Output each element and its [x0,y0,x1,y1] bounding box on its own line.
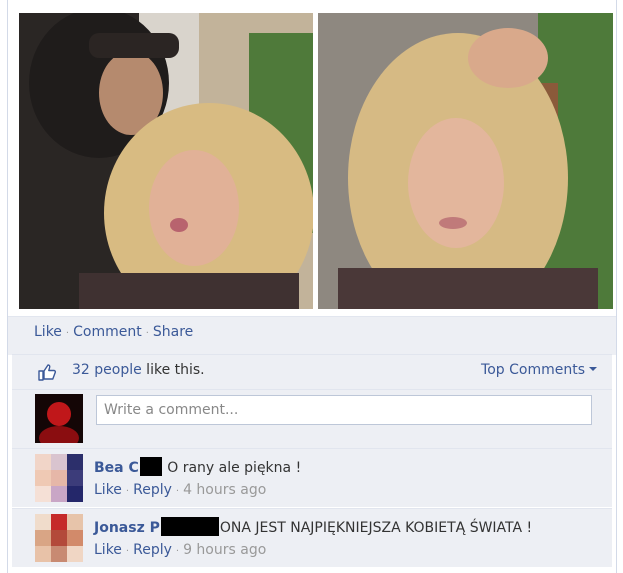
post-actions-bar: Like · Comment · Share [8,316,616,355]
comment-timestamp[interactable]: 4 hours ago [183,482,266,498]
comment-meta: Like · Reply · 9 hours ago [94,542,266,558]
comment-reply-link[interactable]: Reply [133,542,172,558]
likes-suffix: like this. [141,362,205,378]
comment-link[interactable]: Comment [73,324,142,340]
comment-like-link[interactable]: Like [94,482,122,498]
separator-dot: · [125,486,130,497]
redaction-box [139,457,162,476]
photo-woman-selfie[interactable] [318,13,613,309]
redaction-box [160,517,219,536]
comment-input[interactable]: Write a comment... [96,395,592,425]
top-comments-dropdown[interactable]: Top Comments [481,362,597,378]
separator-dot: · [145,328,149,339]
separator-dot: · [175,546,180,557]
avatar[interactable] [35,394,83,443]
commenter-name[interactable]: Jonasz P [94,520,160,536]
likes-count-link[interactable]: 32 people [72,362,142,378]
avatar[interactable] [35,514,83,562]
comment-item: Jonasz P ONA JEST NAJPIĘKNIEJSZA KOBIETĄ … [12,508,612,567]
comment-text: ONA JEST NAJPIĘKNIEJSZA KOBIETĄ ŚWIATA ! [219,520,533,536]
separator-dot: · [65,328,70,339]
comment-item: Bea C O rany ale piękna ! Like · Reply · 4 h… [12,448,612,507]
comment-timestamp[interactable]: 9 hours ago [183,542,266,558]
thumbs-up-icon [38,364,56,381]
share-link[interactable]: Share [153,324,193,340]
likes-summary: 32 people like this. Top Comments [12,354,612,389]
comment-meta: Like · Reply · 4 hours ago [94,482,266,498]
separator-dot: · [175,486,180,497]
likes-text: 32 people like this. [72,362,205,378]
comment-text: O rany ale piękna ! [167,460,302,476]
comment-like-link[interactable]: Like [94,542,122,558]
facebook-post: Like · Comment · Share 32 people like this. … [7,0,617,573]
like-link[interactable]: Like [34,324,62,340]
avatar[interactable] [35,454,83,502]
photo-row [19,13,613,309]
top-comments-label: Top Comments [481,362,585,378]
comment-composer: Write a comment... [12,389,612,448]
commenter-name[interactable]: Bea C [94,460,139,476]
chevron-down-icon [589,367,597,371]
separator-dot: · [125,546,130,557]
photo-couple-selfie[interactable] [19,13,313,309]
comment-body: Jonasz P ONA JEST NAJPIĘKNIEJSZA KOBIETĄ … [94,517,532,536]
post-actions: Like · Comment · Share [34,324,193,340]
comment-body: Bea C O rany ale piękna ! [94,457,301,476]
comment-reply-link[interactable]: Reply [133,482,172,498]
